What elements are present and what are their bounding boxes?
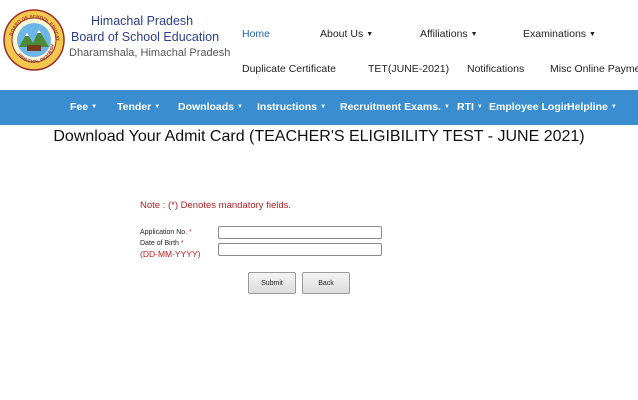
menu-employee-login-label: Employee Login [489, 101, 571, 113]
nav-about-us[interactable]: About Us ▼ [320, 28, 373, 40]
date-of-birth-text: Date of Birth [140, 240, 179, 247]
brand-subtitle: Dharamshala, Himachal Pradesh [69, 47, 231, 59]
nav-misc-online-payment[interactable]: Misc Online Payment [550, 63, 638, 75]
menu-helpline-label: Helpline [567, 101, 608, 113]
required-mark: * [180, 240, 184, 247]
chevron-down-icon: ▼ [476, 104, 483, 111]
nav-affiliations-label: Affiliations [420, 28, 468, 40]
menu-helpline[interactable]: Helpline ▼ [567, 101, 617, 113]
application-no-input[interactable] [218, 226, 382, 239]
nav-home[interactable]: Home [242, 28, 270, 40]
menu-rti-label: RTI [457, 101, 474, 113]
menu-downloads[interactable]: Downloads ▼ [178, 101, 243, 113]
date-of-birth-label: Date of Birth * [140, 240, 184, 247]
menu-employee-login[interactable]: Employee Login [489, 101, 570, 113]
board-logo: BOARD OF SCHOOL EDUCATION HIMACHAL PRADE… [3, 5, 65, 71]
menu-downloads-label: Downloads [178, 101, 235, 113]
menu-recruitment-exams-label: Recruitment Exams. [340, 101, 441, 113]
menu-tender-label: Tender [117, 101, 152, 113]
menu-fee-label: Fee [70, 101, 89, 113]
mandatory-note: Note : (*) Denotes mandatory fields. [140, 200, 292, 211]
menu-instructions-label: Instructions [257, 101, 318, 113]
chevron-down-icon: ▼ [237, 104, 243, 111]
nav-examinations[interactable]: Examinations ▼ [523, 28, 596, 40]
date-format-hint: (DD-MM-YYYY) [140, 249, 201, 259]
application-no-text: Application No. [140, 229, 188, 236]
nav-notifications-label: Notifications [467, 63, 525, 75]
chevron-down-icon: ▼ [610, 104, 617, 111]
nav-duplicate-certificate[interactable]: Duplicate Certificate [242, 63, 336, 75]
menu-rti[interactable]: RTI ▼ [457, 101, 483, 113]
menu-recruitment-exams[interactable]: Recruitment Exams. ▼ [340, 101, 450, 113]
back-button[interactable]: Back [302, 272, 350, 294]
nav-home-label: Home [242, 28, 271, 40]
required-mark: * [189, 229, 192, 236]
nav-affiliations[interactable]: Affiliations ▼ [420, 28, 478, 40]
chevron-down-icon: ▼ [91, 104, 98, 111]
brand-title-line2: Board of School Education [71, 30, 220, 44]
nav-duplicate-certificate-label: Duplicate Certificate [242, 63, 336, 75]
nav-notifications[interactable]: Notifications [467, 63, 524, 75]
application-no-label: Application No. * [140, 229, 192, 236]
chevron-down-icon: ▼ [470, 30, 478, 38]
nav-tet-label: TET(JUNE-2021) [368, 63, 450, 75]
chevron-down-icon: ▼ [443, 104, 450, 111]
menu-instructions[interactable]: Instructions ▼ [257, 101, 326, 113]
chevron-down-icon: ▼ [589, 30, 596, 38]
nav-misc-online-payment-label: Misc Online Payment [550, 63, 638, 75]
nav-tet-june-2021[interactable]: TET(JUNE-2021) [368, 63, 449, 75]
page-title: Download Your Admit Card (TEACHER'S ELIG… [53, 128, 585, 145]
nav-about-us-label: About Us [320, 28, 364, 40]
menu-fee[interactable]: Fee ▼ [70, 101, 97, 113]
chevron-down-icon: ▼ [154, 104, 161, 111]
brand-title-line1: Himachal Pradesh [91, 14, 194, 28]
nav-examinations-label: Examinations [523, 28, 587, 40]
chevron-down-icon: ▼ [366, 30, 374, 38]
menu-tender[interactable]: Tender ▼ [117, 101, 160, 113]
date-of-birth-input[interactable] [218, 243, 382, 256]
submit-button[interactable]: Submit [248, 272, 296, 294]
chevron-down-icon: ▼ [320, 104, 327, 111]
